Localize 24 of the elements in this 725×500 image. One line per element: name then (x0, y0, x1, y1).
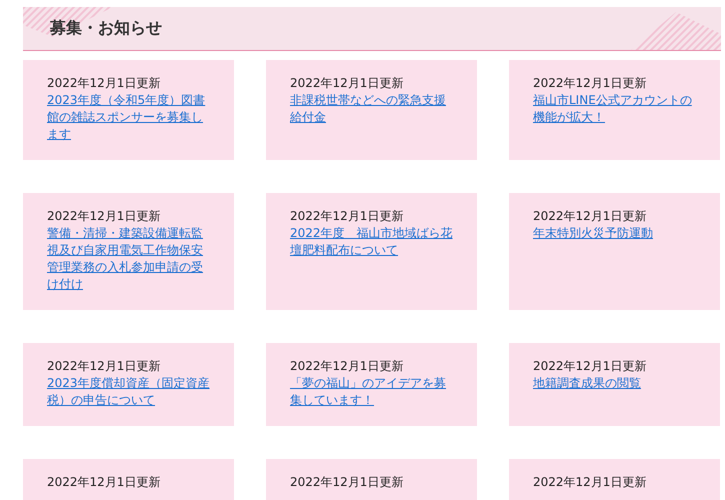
update-date: 2022年12月1日更新 (47, 75, 162, 92)
news-link[interactable]: 警備・清掃・建築設備運転監視及び自家用電気工作物保安管理業務の入札参加申請の受け付け (47, 225, 214, 293)
news-link[interactable]: 2023年度（令和5年度）図書館の雑誌スポンサーを募集します (47, 92, 214, 143)
update-date: 2022年12月1日更新 (533, 358, 648, 375)
update-date: 2022年12月1日更新 (47, 474, 162, 491)
update-date: 2022年12月1日更新 (290, 474, 404, 491)
striped-triangle-icon (631, 12, 721, 50)
news-link[interactable]: 非課税世帯などへの緊急支援給付金 (290, 92, 457, 126)
news-link[interactable]: 年末特別火災予防運動 (533, 225, 700, 242)
update-date: 2022年12月1日更新 (290, 208, 404, 225)
striped-triangle-icon (23, 7, 113, 37)
update-date: 2022年12月1日更新 (47, 358, 162, 375)
update-date: 2022年12月1日更新 (290, 75, 404, 92)
update-date: 2022年12月1日更新 (533, 474, 648, 491)
update-date: 2022年12月1日更新 (533, 208, 648, 225)
news-link[interactable]: 「夢の福山」のアイデアを募集しています！ (290, 375, 457, 409)
news-link[interactable]: 2023年度償却資産（固定資産税）の申告について (47, 375, 214, 409)
update-date: 2022年12月1日更新 (533, 75, 648, 92)
news-link[interactable]: 福山市LINE公式アカウントの機能が拡大！ (533, 92, 700, 126)
section-title: 募集・お知らせ (50, 18, 162, 39)
update-date: 2022年12月1日更新 (290, 358, 404, 375)
update-date: 2022年12月1日更新 (47, 208, 162, 225)
news-link[interactable]: 2022年度 福山市地域ばら花壇肥料配布について (290, 225, 457, 259)
news-link[interactable]: 地籍調査成果の閲覧 (533, 375, 700, 392)
